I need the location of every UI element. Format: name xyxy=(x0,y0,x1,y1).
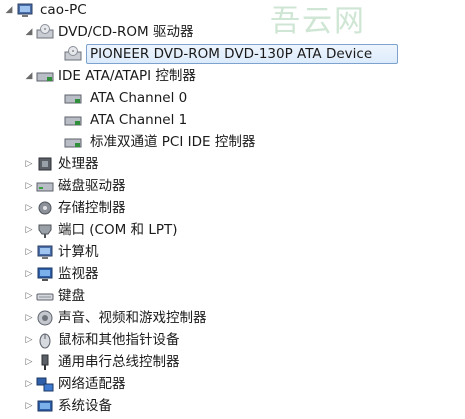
usb-icon xyxy=(36,354,54,371)
expand-arrow-icon[interactable]: ▷ xyxy=(24,335,34,345)
tree-item-ata-channel-1[interactable]: ATA Channel 1 xyxy=(0,110,465,132)
tree-item-ide-category[interactable]: ◢ IDE ATA/ATAPI 控制器 xyxy=(0,66,465,88)
monitor-label: 监视器 xyxy=(58,266,99,282)
expand-arrow-icon[interactable]: ▷ xyxy=(24,159,34,169)
keyboard-icon xyxy=(36,288,54,305)
expand-arrow-icon[interactable]: ▷ xyxy=(24,181,34,191)
expand-arrow-icon[interactable]: ▷ xyxy=(24,291,34,301)
optical-drive-icon xyxy=(64,46,82,63)
expand-arrow-icon[interactable]: ▷ xyxy=(24,269,34,279)
expand-arrow-icon[interactable]: ▷ xyxy=(24,357,34,367)
tree-item-keyboard[interactable]: ▷ 键盘 xyxy=(0,286,465,308)
ports-label: 端口 (COM 和 LPT) xyxy=(58,222,178,238)
dvd-category-label: DVD/CD-ROM 驱动器 xyxy=(58,24,194,40)
tree-item-ata-channel-0[interactable]: ATA Channel 0 xyxy=(0,88,465,110)
root-label: cao-PC xyxy=(40,2,87,18)
storage-controllers-label: 存储控制器 xyxy=(58,200,126,216)
dvd-device-label: PIONEER DVD-ROM DVD-130P ATA Device xyxy=(90,46,373,62)
ide-category-label: IDE ATA/ATAPI 控制器 xyxy=(58,68,196,84)
pci-ide-label: 标准双通道 PCI IDE 控制器 xyxy=(90,134,256,150)
expand-arrow-icon[interactable]: ▷ xyxy=(24,225,34,235)
storage-controller-icon xyxy=(36,200,54,217)
usb-label: 通用串行总线控制器 xyxy=(58,354,180,370)
collapse-arrow-icon[interactable]: ◢ xyxy=(24,71,34,81)
tree-item-processor[interactable]: ▷ 处理器 xyxy=(0,154,465,176)
expand-arrow-icon[interactable]: ▷ xyxy=(24,203,34,213)
collapse-arrow-icon[interactable]: ◢ xyxy=(4,5,14,15)
monitor-icon xyxy=(36,266,54,283)
expand-arrow-icon[interactable]: ▷ xyxy=(24,313,34,323)
computer-icon xyxy=(16,2,34,19)
ata-channel-1-label: ATA Channel 1 xyxy=(90,112,188,128)
computer-icon xyxy=(36,244,54,261)
port-icon xyxy=(36,222,54,239)
tree-item-computer[interactable]: ▷ 计算机 xyxy=(0,242,465,264)
tree-root[interactable]: ◢ cao-PC xyxy=(0,0,465,22)
tree-item-usb[interactable]: ▷ 通用串行总线控制器 xyxy=(0,352,465,374)
tree-item-monitor[interactable]: ▷ 监视器 xyxy=(0,264,465,286)
tree-item-audio-video[interactable]: ▷ 声音、视频和游戏控制器 xyxy=(0,308,465,330)
tree-item-dvd-category[interactable]: ◢ DVD/CD-ROM 驱动器 xyxy=(0,22,465,44)
system-device-icon xyxy=(36,398,54,415)
ata-channel-0-label: ATA Channel 0 xyxy=(90,90,188,106)
processor-label: 处理器 xyxy=(58,156,99,172)
tree-item-network[interactable]: ▷ 网络适配器 xyxy=(0,374,465,396)
tree-item-dvd-device[interactable]: PIONEER DVD-ROM DVD-130P ATA Device xyxy=(0,44,465,66)
tree-item-ports[interactable]: ▷ 端口 (COM 和 LPT) xyxy=(0,220,465,242)
network-icon xyxy=(36,376,54,393)
network-label: 网络适配器 xyxy=(58,376,126,392)
expand-arrow-icon[interactable]: ▷ xyxy=(24,379,34,389)
speaker-icon xyxy=(36,310,54,327)
ide-controller-icon xyxy=(36,68,54,85)
expand-arrow-icon[interactable]: ▷ xyxy=(24,401,34,411)
tree-item-mouse[interactable]: ▷ 鼠标和其他指针设备 xyxy=(0,330,465,352)
tree-item-storage-controllers[interactable]: ▷ 存储控制器 xyxy=(0,198,465,220)
optical-drive-icon xyxy=(36,24,54,41)
keyboard-label: 键盘 xyxy=(58,288,85,304)
disk-drive-icon xyxy=(36,178,54,195)
computer-label: 计算机 xyxy=(58,244,99,260)
collapse-arrow-icon[interactable]: ◢ xyxy=(24,27,34,37)
mouse-icon xyxy=(36,332,54,349)
tree-item-disk-drives[interactable]: ▷ 磁盘驱动器 xyxy=(0,176,465,198)
ide-controller-icon xyxy=(64,134,82,151)
mouse-label: 鼠标和其他指针设备 xyxy=(58,332,180,348)
expand-arrow-icon[interactable]: ▷ xyxy=(24,247,34,257)
tree-item-system[interactable]: ▷ 系统设备 xyxy=(0,396,465,418)
audio-video-label: 声音、视频和游戏控制器 xyxy=(58,310,207,326)
device-manager-tree: 吾云网 ◢ cao-PC ◢ DVD/CD-ROM 驱动器 PIONEER DV… xyxy=(0,0,465,416)
processor-icon xyxy=(36,156,54,173)
disk-drives-label: 磁盘驱动器 xyxy=(58,178,126,194)
system-devices-label: 系统设备 xyxy=(58,398,112,414)
tree-item-pci-ide[interactable]: 标准双通道 PCI IDE 控制器 xyxy=(0,132,465,154)
ide-controller-icon xyxy=(64,90,82,107)
ide-controller-icon xyxy=(64,112,82,129)
